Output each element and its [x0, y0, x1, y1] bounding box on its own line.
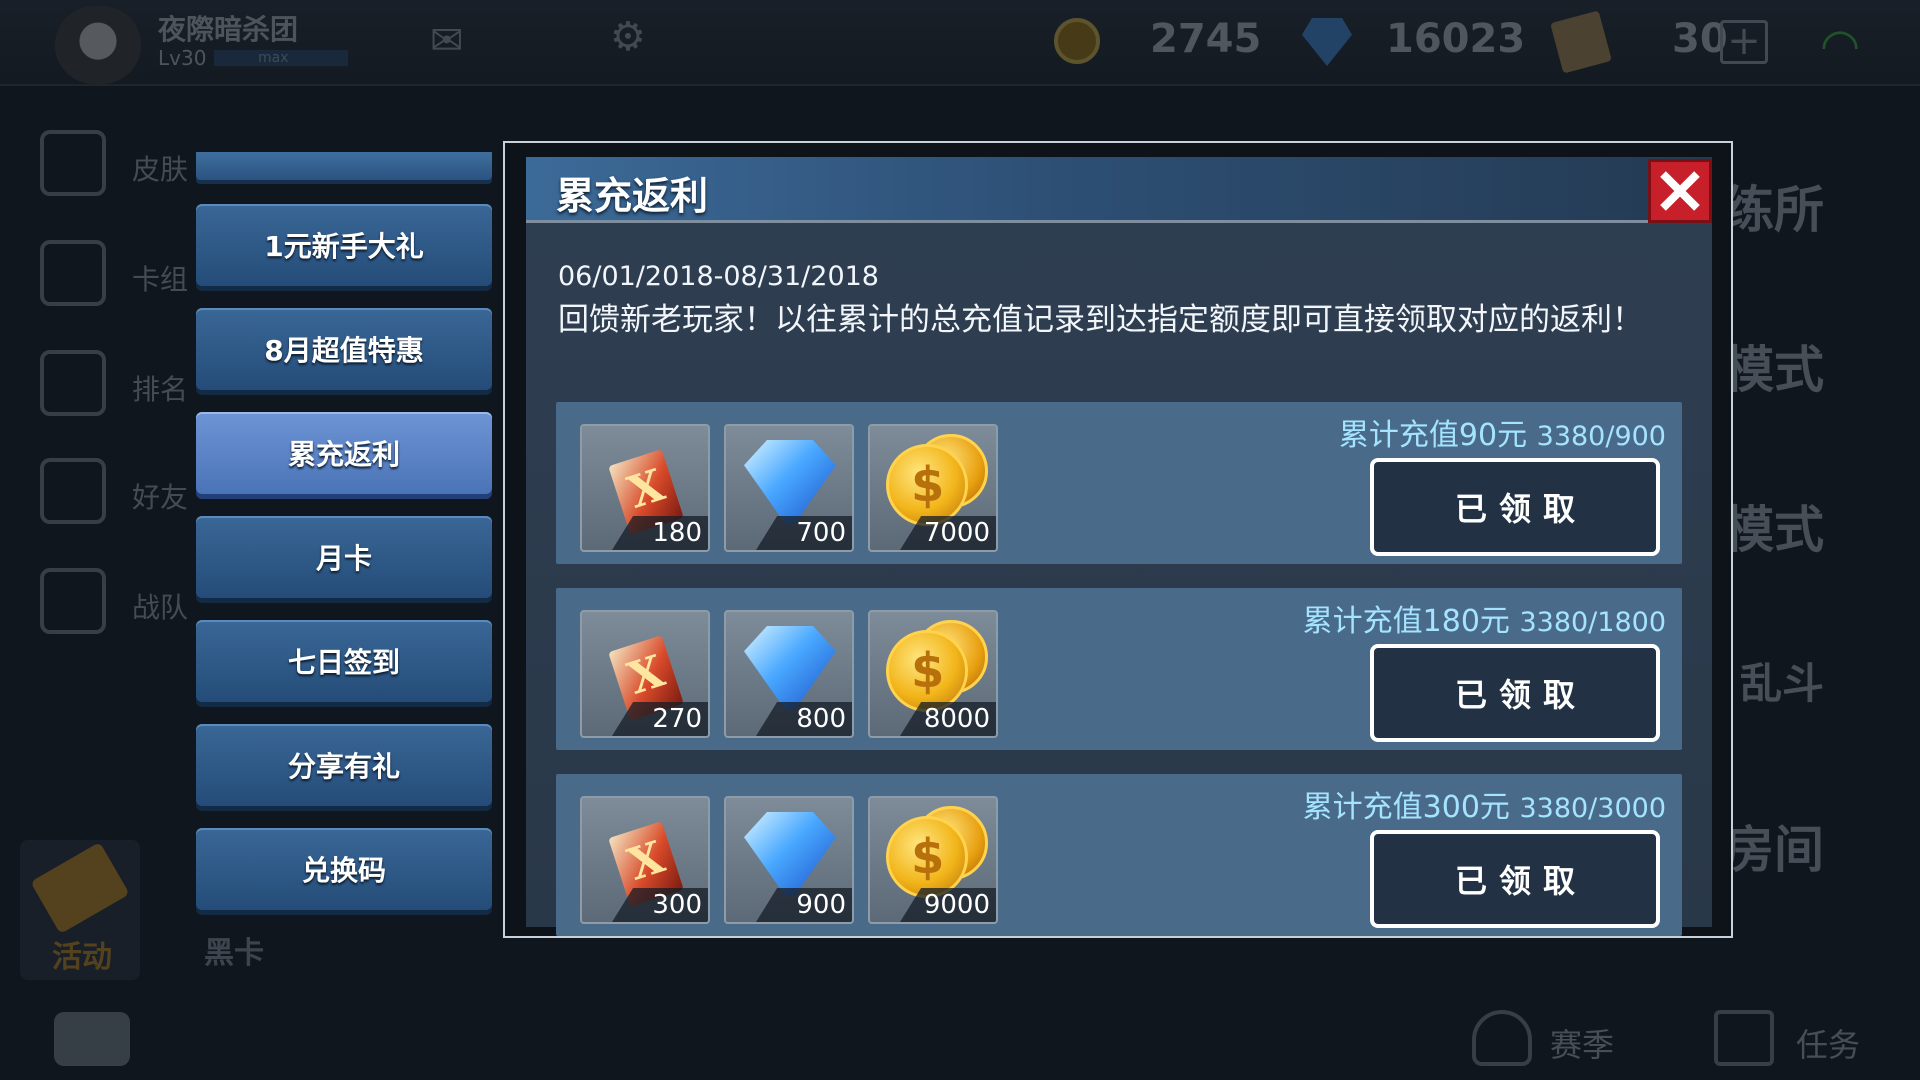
reward-item-ticket: 180: [580, 424, 710, 552]
chat-icon: [54, 1012, 130, 1066]
reward-quantity: 800: [796, 704, 846, 734]
tier-threshold: 累计充值90元 3380/900: [1339, 410, 1666, 454]
gold-coin-icon: [886, 816, 968, 898]
season-icon: [1472, 1010, 1532, 1066]
reward-item-gem: 700: [724, 424, 854, 552]
gem-icon: [744, 626, 836, 710]
nav-skin-label: 皮肤: [132, 153, 189, 186]
mail-icon: ✉: [430, 18, 464, 64]
coin-icon: [1054, 18, 1100, 64]
activity-tag-icon: [30, 842, 130, 934]
reward-item-gold: 7000: [868, 424, 998, 552]
reward-tier-row: 270 800 8000 累计充值180元 3380/1800 已领取: [556, 588, 1682, 750]
reward-quantity: 270: [652, 704, 702, 734]
menu-item-share-gift[interactable]: 分享有礼: [196, 724, 492, 806]
menu-item-august-deal[interactable]: 8月超值特惠: [196, 308, 492, 390]
threshold-label: 累计充值300元: [1302, 790, 1510, 825]
reward-item-ticket: 300: [580, 796, 710, 924]
diamond-icon: [1302, 18, 1352, 66]
nav-deck-label: 卡组: [132, 263, 189, 296]
menu-item-seven-day-checkin[interactable]: 七日签到: [196, 620, 492, 702]
claimed-button[interactable]: 已领取: [1370, 644, 1660, 742]
threshold-label: 累计充值90元: [1338, 418, 1528, 453]
reward-tier-row: 180 700 7000 累计充值90元 3380/900 已领取: [556, 402, 1682, 564]
mode-brawl: 乱斗: [1739, 659, 1824, 708]
blackcard-label: 黑卡: [204, 936, 264, 971]
nav-rank-label: 排名: [132, 373, 189, 406]
wifi-icon: ◠: [1820, 18, 1861, 72]
gem-icon: [744, 812, 836, 896]
claimed-button[interactable]: 已领取: [1370, 458, 1660, 556]
activity-tab: 活动: [20, 840, 140, 980]
player-name: 夜際暗杀团: [158, 13, 299, 46]
player-level: Lv30: [158, 46, 207, 70]
nav-team-label: 战队: [132, 591, 189, 624]
menu-item-recharge-rebate[interactable]: 累充返利: [196, 412, 492, 494]
close-button[interactable]: [1648, 159, 1712, 223]
gold-coin-icon: [886, 630, 968, 712]
reward-item-gem: 800: [724, 610, 854, 738]
season-label: 赛季: [1550, 1026, 1615, 1064]
player-avatar: [55, 6, 141, 84]
reward-item-gem: 900: [724, 796, 854, 924]
reward-item-gold: 9000: [868, 796, 998, 924]
xp-text: max: [258, 50, 289, 66]
reward-item-ticket: 270: [580, 610, 710, 738]
claimed-button[interactable]: 已领取: [1370, 830, 1660, 928]
task-label: 任务: [1796, 1026, 1861, 1064]
close-icon: [1658, 169, 1702, 213]
event-date-range: 06/01/2018-08/31/2018: [558, 261, 879, 292]
skin-icon: [40, 130, 106, 196]
reward-quantity: 8000: [923, 704, 990, 734]
rank-icon: [40, 350, 106, 416]
recharge-rebate-dialog: 累充返利 06/01/2018-08/31/2018 回馈新老玩家！以往累计的总…: [503, 141, 1733, 938]
add-ticket-icon: +: [1720, 20, 1768, 64]
reward-tier-row: 300 900 9000 累计充值300元 3380/3000 已领取: [556, 774, 1682, 936]
menu-item-monthly-card[interactable]: 月卡: [196, 516, 492, 598]
gold-coin-icon: [886, 444, 968, 526]
coin-count: 2745: [1150, 16, 1262, 62]
team-icon: [40, 568, 106, 634]
gear-icon: ⚙: [610, 14, 646, 60]
deck-icon: [40, 240, 106, 306]
threshold-progress: 3380/1800: [1519, 607, 1666, 638]
activity-label: 活动: [52, 940, 112, 975]
reward-quantity: 7000: [923, 518, 990, 548]
task-icon: [1714, 1010, 1774, 1066]
reward-quantity: 9000: [923, 890, 990, 920]
friends-icon: [40, 458, 106, 524]
menu-scroll-cap: [196, 152, 492, 180]
tier-threshold: 累计充值300元 3380/3000: [1303, 782, 1666, 826]
threshold-label: 累计充值180元: [1302, 604, 1510, 639]
dialog-panel: 累充返利 06/01/2018-08/31/2018 回馈新老玩家！以往累计的总…: [526, 157, 1712, 936]
reward-quantity: 900: [796, 890, 846, 920]
event-description: 回馈新老玩家！以往累计的总充值记录到达指定额度即可直接领取对应的返利！: [558, 302, 1643, 338]
dialog-header: 累充返利: [526, 157, 1712, 223]
tier-threshold: 累计充值180元 3380/1800: [1303, 596, 1666, 640]
threshold-progress: 3380/900: [1536, 421, 1666, 452]
menu-item-redeem-code[interactable]: 兑换码: [196, 828, 492, 910]
gem-icon: [744, 440, 836, 524]
reward-quantity: 300: [652, 890, 702, 920]
reward-quantity: 180: [652, 518, 702, 548]
top-status-bar: 夜際暗杀团 Lv30 max ✉ ⚙ 2745 16023 30 + ◠: [0, 0, 1920, 86]
threshold-progress: 3380/3000: [1519, 793, 1666, 824]
nav-friends-label: 好友: [132, 481, 189, 514]
reward-quantity: 700: [796, 518, 846, 548]
menu-item-newbie-gift[interactable]: 1元新手大礼: [196, 204, 492, 286]
ticket-icon: [1550, 10, 1612, 74]
dialog-title: 累充返利: [556, 174, 709, 218]
reward-item-gold: 8000: [868, 610, 998, 738]
gem-count: 16023: [1386, 16, 1526, 62]
